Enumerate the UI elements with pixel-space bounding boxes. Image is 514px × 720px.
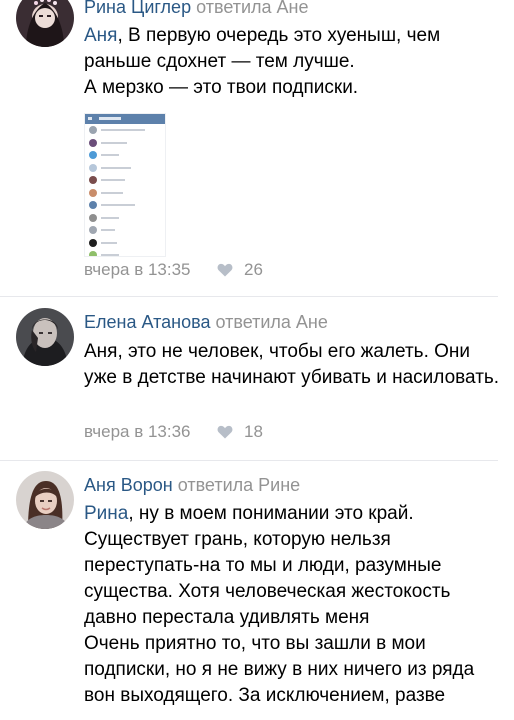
reply-to[interactable]: ответила Ане bbox=[215, 312, 327, 332]
attachment-row bbox=[85, 237, 165, 250]
avatar-dot bbox=[89, 213, 97, 222]
row-text-line bbox=[101, 254, 119, 256]
attachment-row bbox=[85, 162, 165, 175]
attachment-header bbox=[85, 114, 165, 124]
attachment-row bbox=[85, 124, 165, 137]
timestamp[interactable]: вчера в 13:35 bbox=[84, 260, 191, 279]
attachment-row bbox=[85, 199, 165, 212]
attachment-row bbox=[85, 224, 165, 237]
screenshot-attachment[interactable] bbox=[84, 113, 166, 257]
comment-header: Рина Циглер ответила Ане bbox=[84, 0, 309, 18]
row-text-line bbox=[101, 191, 123, 194]
row-text-line bbox=[101, 166, 131, 169]
reply-to[interactable]: ответила Рине bbox=[178, 475, 300, 495]
avatar-dot bbox=[89, 188, 97, 197]
avatar-dot bbox=[89, 151, 97, 159]
avatar-dot bbox=[89, 201, 97, 209]
avatar-anya[interactable] bbox=[16, 471, 74, 529]
mention-link[interactable]: Рина bbox=[84, 503, 128, 524]
comment-text: Рина, ну в моем понимании это край. Суще… bbox=[84, 501, 500, 709]
avatar-dot bbox=[89, 238, 97, 247]
row-text-line bbox=[101, 154, 119, 156]
attachment-list bbox=[85, 124, 165, 256]
timestamp[interactable]: вчера в 13:36 bbox=[84, 422, 191, 441]
comment-1: Рина Циглер ответила Ане Аня, В первую о… bbox=[0, 0, 514, 296]
avatar-rina[interactable] bbox=[16, 0, 74, 47]
attachment-row bbox=[85, 212, 165, 225]
heart-icon[interactable] bbox=[217, 263, 233, 277]
row-text-line bbox=[101, 204, 135, 206]
attachment-row bbox=[85, 174, 165, 187]
attachment-row bbox=[85, 187, 165, 200]
avatar-elena[interactable] bbox=[16, 308, 74, 366]
comment-text-body: , В первую очередь это хуеныш, чем раньш… bbox=[84, 25, 441, 98]
heart-icon[interactable] bbox=[217, 425, 233, 439]
likes-count: 18 bbox=[243, 422, 263, 441]
attachment-row bbox=[85, 249, 165, 256]
row-text-line bbox=[101, 229, 115, 231]
row-text-line bbox=[101, 179, 125, 181]
comment-meta: вчера в 13:35 26 bbox=[84, 259, 263, 281]
avatar-dot bbox=[89, 126, 97, 134]
comment-header: Аня Ворон ответила Рине bbox=[84, 474, 300, 496]
comment-text: Аня, это не человек, чтобы его жалеть. О… bbox=[84, 341, 500, 388]
likes-count: 26 bbox=[243, 260, 263, 279]
row-text-line bbox=[101, 141, 127, 144]
comment-header: Елена Атанова ответила Ане bbox=[84, 311, 328, 333]
comment-text-body: , ну в моем понимании это край. Существу… bbox=[84, 503, 475, 706]
avatar-dot bbox=[89, 176, 97, 184]
avatar-dot bbox=[89, 226, 97, 234]
row-text-line bbox=[101, 216, 119, 219]
row-text-line bbox=[101, 241, 117, 244]
comment-meta: вчера в 13:36 18 bbox=[84, 421, 263, 443]
comment-3: Аня Ворон ответила Рине Рина, ну в моем … bbox=[0, 461, 514, 720]
row-text-line bbox=[101, 129, 145, 131]
mention-link[interactable]: Аня bbox=[84, 25, 117, 46]
attachment-row bbox=[85, 149, 165, 162]
author-name[interactable]: Елена Атанова bbox=[84, 312, 210, 332]
avatar-dot bbox=[89, 138, 97, 147]
author-name[interactable]: Рина Циглер bbox=[84, 0, 191, 17]
reply-to[interactable]: ответила Ане bbox=[196, 0, 308, 17]
attachment-row bbox=[85, 137, 165, 150]
avatar-dot bbox=[89, 251, 97, 256]
comment-text: Аня, В первую очередь это хуеныш, чем ра… bbox=[84, 23, 500, 101]
author-name[interactable]: Аня Ворон bbox=[84, 475, 173, 495]
comment-2: Елена Атанова ответила Ане Аня, это не ч… bbox=[0, 297, 514, 460]
avatar-dot bbox=[89, 163, 97, 172]
